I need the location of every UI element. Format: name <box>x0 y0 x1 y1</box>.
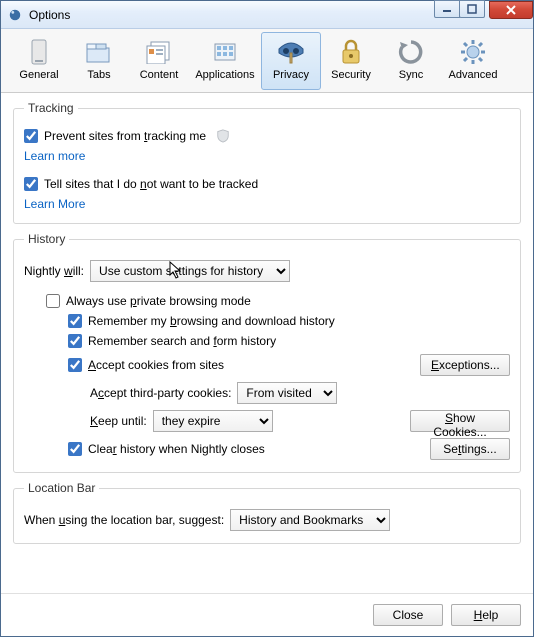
locationbar-group: Location Bar When using the location bar… <box>13 481 521 544</box>
clear-on-close-checkbox[interactable] <box>68 442 82 456</box>
footer: Close Help <box>1 593 533 636</box>
history-mode-row: Nightly will: Use custom settings for hi… <box>24 260 510 282</box>
minimize-icon <box>442 4 452 14</box>
tab-content-label: Content <box>140 69 179 81</box>
always-private-checkbox[interactable] <box>46 294 60 308</box>
prevent-tracking-label[interactable]: Prevent sites from tracking me <box>44 129 206 143</box>
app-icon <box>8 8 22 22</box>
tab-applications-label: Applications <box>195 69 254 81</box>
locationbar-select[interactable]: History and Bookmarks <box>230 509 390 531</box>
close-icon <box>505 5 517 15</box>
security-icon <box>340 39 362 65</box>
third-party-label: Accept third-party cookies: <box>90 386 231 400</box>
tab-applications[interactable]: Applications <box>189 32 261 90</box>
tab-sync[interactable]: Sync <box>381 32 441 90</box>
remember-browsing-checkbox[interactable] <box>68 314 82 328</box>
remember-browsing-row: Remember my browsing and download histor… <box>68 314 510 328</box>
tracking-learn-more-1[interactable]: Learn more <box>24 149 85 163</box>
tab-advanced[interactable]: Advanced <box>441 32 505 90</box>
accept-cookies-checkbox[interactable] <box>68 358 82 372</box>
close-button[interactable] <box>489 1 533 19</box>
maximize-icon <box>467 4 477 14</box>
settings-button[interactable]: Settings... <box>430 438 510 460</box>
tab-tabs-label: Tabs <box>87 69 110 81</box>
privacy-icon <box>277 39 305 65</box>
locationbar-row: When using the location bar, suggest: Hi… <box>24 509 510 531</box>
dnt-checkbox[interactable] <box>24 177 38 191</box>
shield-icon <box>216 129 230 143</box>
tab-advanced-label: Advanced <box>449 69 498 81</box>
clear-on-close-row: Clear history when Nightly closes Settin… <box>68 438 510 460</box>
tracking-legend: Tracking <box>24 101 78 115</box>
content-icon <box>145 40 173 64</box>
locationbar-label: When using the location bar, suggest: <box>24 513 224 527</box>
always-private-label[interactable]: Always use private browsing mode <box>66 294 251 308</box>
titlebar: Options <box>1 1 533 29</box>
tab-tabs[interactable]: Tabs <box>69 32 129 90</box>
toolbar: General Tabs Content Applications Privac… <box>1 29 533 93</box>
tab-privacy-label: Privacy <box>273 69 309 81</box>
exceptions-button[interactable]: Exceptions... <box>420 354 510 376</box>
content-area: Tracking Prevent sites from tracking me … <box>1 93 533 593</box>
tab-security-label: Security <box>331 69 371 81</box>
help-button[interactable]: Help <box>451 604 521 626</box>
tab-privacy[interactable]: Privacy <box>261 32 321 90</box>
clear-on-close-label[interactable]: Clear history when Nightly closes <box>88 442 265 456</box>
history-group: History Nightly will: Use custom setting… <box>13 232 521 473</box>
options-window: Options General Tabs <box>0 0 534 637</box>
tab-sync-label: Sync <box>399 69 423 81</box>
accept-cookies-row: Accept cookies from sites Exceptions... <box>68 354 510 376</box>
tabs-icon <box>85 40 113 64</box>
close-dialog-button[interactable]: Close <box>373 604 443 626</box>
nightly-will-label: Nightly will: <box>24 264 84 278</box>
dnt-label[interactable]: Tell sites that I do not want to be trac… <box>44 177 258 191</box>
remember-search-row: Remember search and form history <box>68 334 510 348</box>
window-title: Options <box>29 8 70 22</box>
keep-until-row: Keep until: they expire Show Cookies... <box>90 410 510 432</box>
show-cookies-button[interactable]: Show Cookies... <box>410 410 510 432</box>
minimize-button[interactable] <box>434 0 460 18</box>
tab-general-label: General <box>19 69 58 81</box>
keep-until-select[interactable]: they expire <box>153 410 273 432</box>
tracking-learn-more-2[interactable]: Learn More <box>24 197 85 211</box>
dnt-row: Tell sites that I do not want to be trac… <box>24 177 510 191</box>
advanced-icon <box>459 38 487 66</box>
maximize-button[interactable] <box>459 0 485 18</box>
keep-until-label: Keep until: <box>90 414 147 428</box>
remember-browsing-label[interactable]: Remember my browsing and download histor… <box>88 314 335 328</box>
third-party-select[interactable]: From visited <box>237 382 337 404</box>
remember-search-label[interactable]: Remember search and form history <box>88 334 276 348</box>
third-party-row: Accept third-party cookies: From visited <box>90 382 510 404</box>
always-private-row: Always use private browsing mode <box>46 294 510 308</box>
window-controls <box>435 1 533 20</box>
accept-cookies-label[interactable]: Accept cookies from sites <box>88 358 224 372</box>
prevent-tracking-row: Prevent sites from tracking me <box>24 129 510 143</box>
history-mode-select[interactable]: Use custom settings for history <box>90 260 290 282</box>
tab-security[interactable]: Security <box>321 32 381 90</box>
remember-search-checkbox[interactable] <box>68 334 82 348</box>
sync-icon <box>398 39 424 65</box>
prevent-tracking-checkbox[interactable] <box>24 129 38 143</box>
tab-content[interactable]: Content <box>129 32 189 90</box>
applications-icon <box>211 40 239 64</box>
tracking-group: Tracking Prevent sites from tracking me … <box>13 101 521 224</box>
general-icon <box>28 38 50 66</box>
locationbar-legend: Location Bar <box>24 481 99 495</box>
history-legend: History <box>24 232 69 246</box>
tab-general[interactable]: General <box>9 32 69 90</box>
